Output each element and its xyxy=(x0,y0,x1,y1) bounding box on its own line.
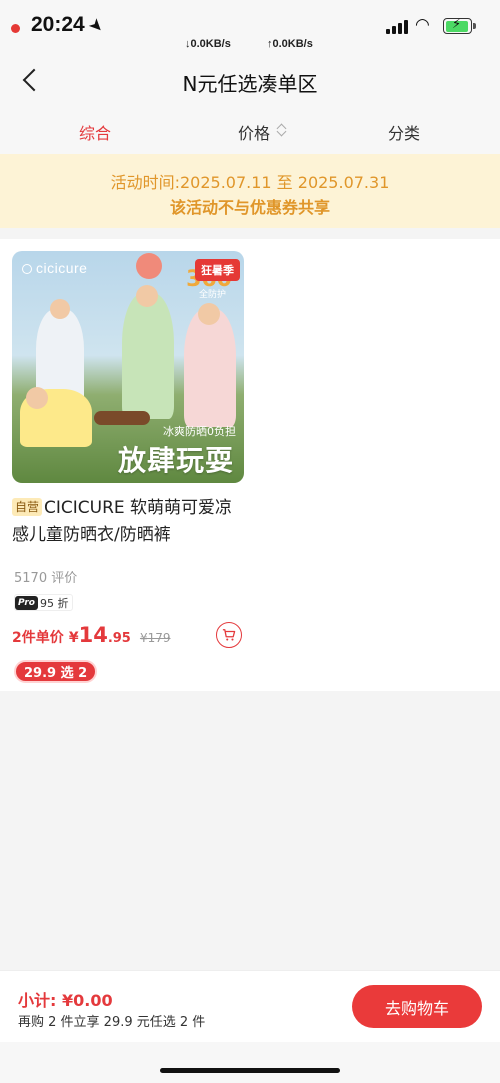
pro-discount: 95 折 xyxy=(39,596,69,610)
product-title[interactable]: 自营 CICICURE 软萌萌可爱凉感儿童防晒衣/防晒裤 xyxy=(12,495,244,549)
net-upload-speed: ↑0.0KB/s xyxy=(267,38,313,50)
balloon-shape xyxy=(136,253,162,279)
pro-discount-badge: Pro 95 折 xyxy=(14,594,74,611)
image-slogan-small: 冰爽防晒0负担 xyxy=(163,425,236,438)
price-decimal: .95 xyxy=(107,631,131,646)
activity-time: 活动时间:2025.07.11 至 2025.07.31 xyxy=(110,173,390,192)
add-to-cart-button[interactable] xyxy=(216,622,242,648)
child-head xyxy=(50,299,70,319)
season-badge: 狂暑季 xyxy=(195,259,240,281)
price-integer: 14 xyxy=(78,623,108,647)
log-shape xyxy=(94,411,150,425)
child-figure xyxy=(184,309,236,427)
child-head xyxy=(198,303,220,325)
child-figure xyxy=(122,293,174,419)
self-operated-tag: 自营 xyxy=(12,498,43,516)
uv-badge-sub: 全防护 xyxy=(198,290,226,300)
child-head xyxy=(136,285,158,307)
promo-badge: 29.9 选 2 xyxy=(14,660,98,683)
child-head xyxy=(26,387,48,409)
subtotal: 小计: ¥0.00 xyxy=(18,991,113,1010)
activity-notice: 活动时间:2025.07.11 至 2025.07.31 该活动不与优惠券共享 xyxy=(0,154,500,228)
image-slogan: 放肆玩耍 xyxy=(117,444,234,477)
sort-arrows-icon xyxy=(276,122,287,138)
product-card[interactable]: cicicure 360 全防护 狂暑季 冰爽防晒0负担 放肆玩耍 自营CICI… xyxy=(12,251,244,683)
tab-comprehensive[interactable]: 综合 xyxy=(79,120,111,144)
recording-dot-icon xyxy=(11,24,20,33)
tab-category[interactable]: 分类 xyxy=(388,120,420,144)
product-list: cicicure 360 全防护 狂暑季 冰爽防晒0负担 放肆玩耍 自营CICI… xyxy=(0,239,500,691)
price-symbol: ¥ xyxy=(68,630,79,646)
product-image[interactable]: cicicure 360 全防护 狂暑季 冰爽防晒0负担 放肆玩耍 xyxy=(12,251,244,483)
status-bar: 20:24 ➤ ↓0.0KB/s ↑0.0KB/s ◠ ⚡ xyxy=(0,0,500,56)
product-title-text: CICICURE 软萌萌可爱凉感儿童防晒衣/防晒裤 xyxy=(12,498,233,545)
location-arrow-icon: ➤ xyxy=(84,13,109,39)
promo-hint: 再购 2 件立享 29.9 元任选 2 件 xyxy=(18,1015,206,1030)
review-count: 5170 评价 xyxy=(14,571,78,586)
tab-price[interactable]: 价格 xyxy=(238,120,270,144)
signal-icon xyxy=(386,18,408,34)
go-to-cart-button[interactable]: 去购物车 xyxy=(352,985,482,1028)
pro-tag: Pro xyxy=(15,595,38,610)
sort-tabs: 综合 价格 分类 xyxy=(0,106,500,154)
page-title: N元任选凑单区 xyxy=(182,72,318,96)
battery-charging-icon: ⚡ xyxy=(443,17,472,34)
battery-cap xyxy=(473,23,476,29)
price-row: 2件单价 ¥14.95 ¥179 xyxy=(12,623,171,647)
net-download-speed: ↓0.0KB/s xyxy=(185,38,231,50)
brand-logo: cicicure xyxy=(22,260,87,276)
wifi-icon: ◠ xyxy=(415,15,430,35)
navigation-bar: N元任选凑单区 xyxy=(0,56,500,106)
status-time: 20:24 xyxy=(31,13,85,36)
home-indicator[interactable] xyxy=(160,1068,340,1073)
price-label: 2件单价 xyxy=(12,630,64,646)
original-price: ¥179 xyxy=(139,631,171,645)
coupon-notice: 该活动不与优惠券共享 xyxy=(169,198,330,217)
checkout-bar: 小计: ¥0.00 再购 2 件立享 29.9 元任选 2 件 去购物车 xyxy=(0,970,500,1042)
home-indicator-area xyxy=(0,1042,500,1083)
cart-icon xyxy=(222,629,236,641)
